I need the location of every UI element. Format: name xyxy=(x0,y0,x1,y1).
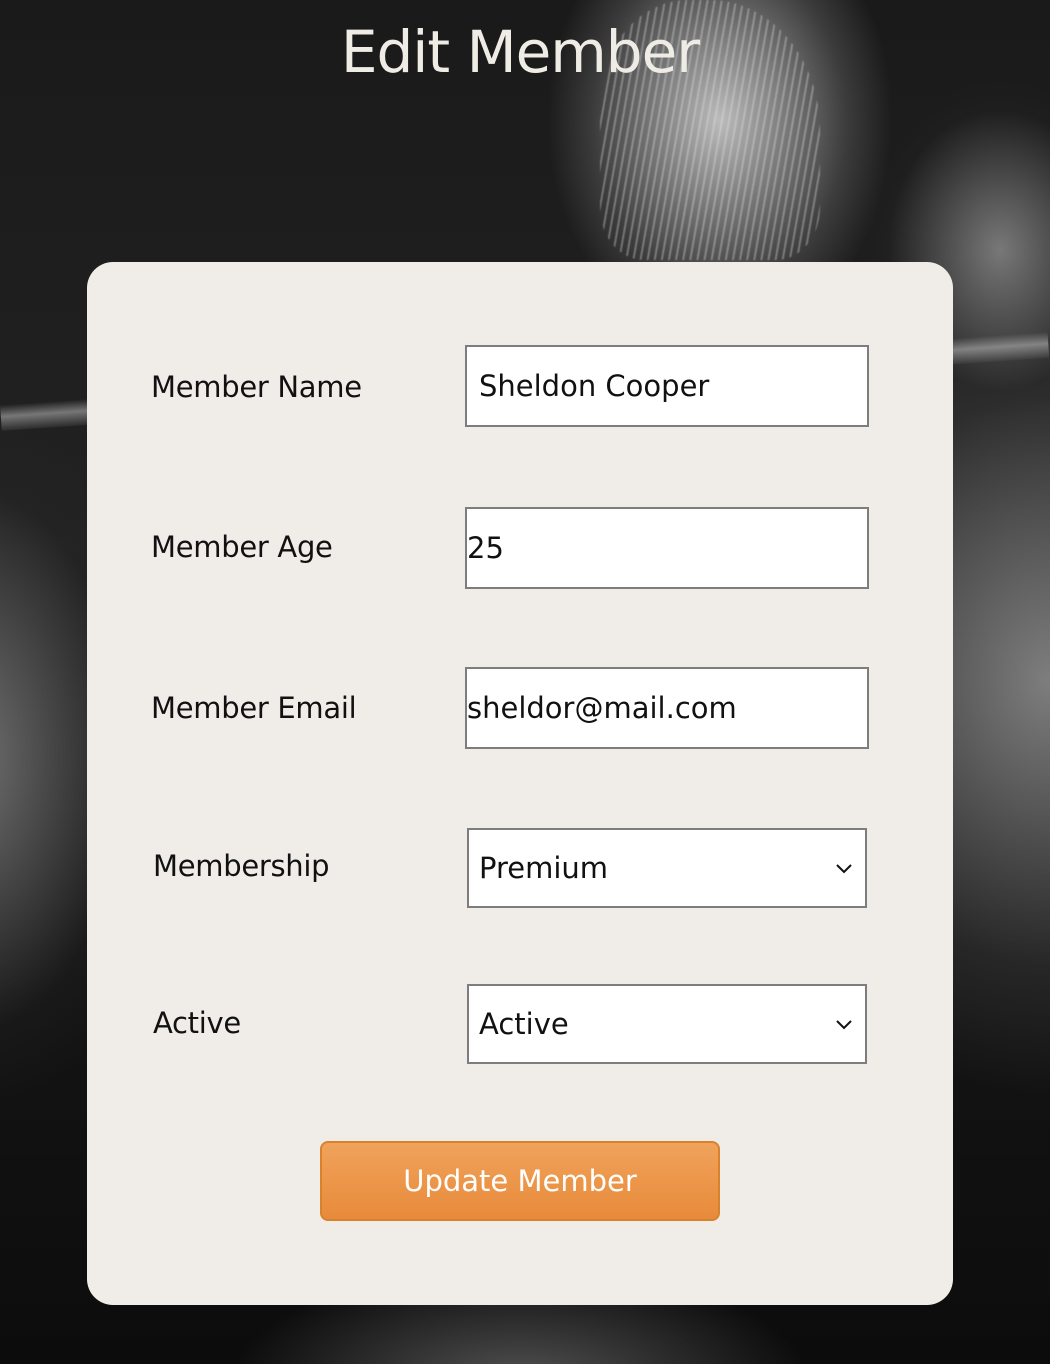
active-selected-value: Active xyxy=(479,1007,569,1041)
page-title: Edit Member xyxy=(340,18,700,86)
update-member-button[interactable]: Update Member xyxy=(320,1141,720,1221)
membership-select[interactable]: Premium xyxy=(467,828,867,908)
member-name-label: Member Name xyxy=(151,370,362,404)
chevron-down-icon xyxy=(833,1013,855,1035)
membership-selected-value: Premium xyxy=(479,851,609,885)
member-email-input[interactable] xyxy=(465,667,869,749)
member-name-input[interactable] xyxy=(465,345,869,427)
active-label: Active xyxy=(153,1006,241,1040)
chevron-down-icon xyxy=(833,857,855,879)
member-email-label: Member Email xyxy=(151,691,357,725)
membership-label: Membership xyxy=(153,849,330,883)
active-select[interactable]: Active xyxy=(467,984,867,1064)
member-age-input[interactable] xyxy=(465,507,869,589)
member-age-label: Member Age xyxy=(151,530,333,564)
